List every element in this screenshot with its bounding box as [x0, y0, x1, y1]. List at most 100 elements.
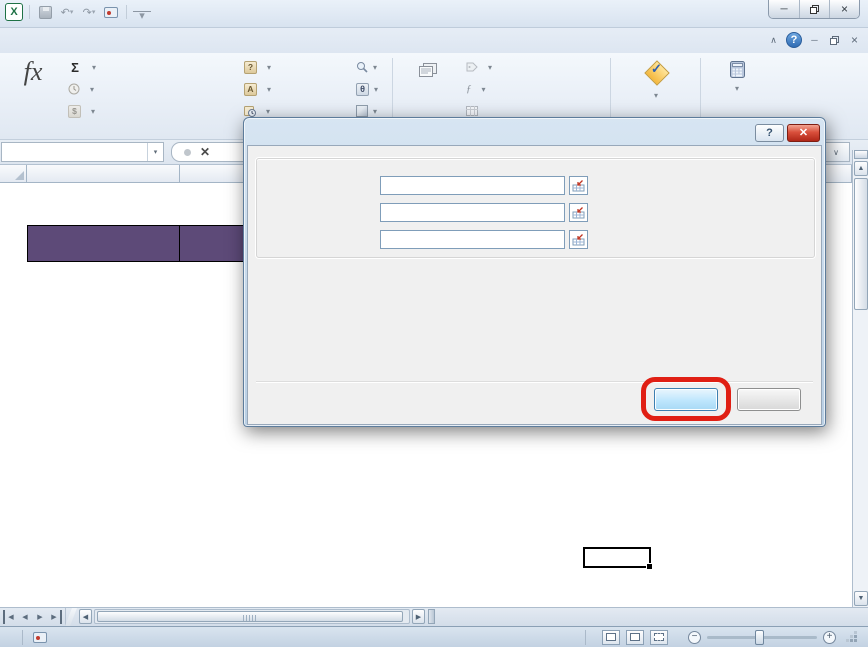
last-sheet-button[interactable]: ▶	[48, 610, 62, 624]
financial-button[interactable]: $	[68, 101, 95, 121]
quick-access-toolbar: X ↶▾ ↷▾ ▾	[5, 3, 151, 21]
editing-cell[interactable]	[583, 547, 651, 568]
insert-function-button[interactable]: fx	[4, 56, 62, 126]
theta-icon: θ	[356, 83, 369, 96]
page-break-view-button[interactable]	[650, 630, 668, 645]
zoom-in-button[interactable]: +	[823, 631, 836, 644]
argument-row-range	[252, 176, 819, 196]
preview-button[interactable]	[102, 3, 120, 21]
column-header-B[interactable]	[180, 165, 247, 183]
calculation-button[interactable]	[704, 56, 770, 126]
window-controls: ─ ×	[768, 0, 860, 19]
divider	[256, 381, 813, 383]
excel-window: X ↶▾ ↷▾ ▾ ─ × ∧ ? ─ ×	[0, 0, 868, 647]
name-box[interactable]: ▾	[1, 142, 164, 162]
first-sheet-button[interactable]: ◀	[3, 610, 17, 624]
page-layout-view-button[interactable]	[626, 630, 644, 645]
save-button[interactable]	[36, 3, 54, 21]
separator	[126, 5, 127, 19]
minimize-ribbon-icon[interactable]: ∧	[766, 33, 781, 48]
zoom-slider-thumb[interactable]	[755, 630, 764, 645]
cell-B3-header[interactable]	[179, 225, 247, 262]
normal-view-button[interactable]	[602, 630, 620, 645]
restore-button[interactable]	[799, 0, 829, 18]
horizontal-scrollbar[interactable]	[94, 609, 410, 624]
collapse-dialog-button[interactable]	[569, 203, 588, 222]
recent-functions-button[interactable]	[68, 79, 94, 99]
scroll-down-button[interactable]: ▼	[854, 591, 868, 606]
argument-row-average-range	[252, 230, 819, 250]
cancel-icon[interactable]: ✕	[200, 145, 210, 159]
scroll-up-button[interactable]: ▲	[854, 161, 868, 176]
zoom-slider[interactable]	[707, 636, 817, 639]
average-range-input[interactable]	[380, 230, 565, 249]
customize-qat-button[interactable]: ▾	[133, 11, 151, 20]
column-header-H[interactable]	[822, 165, 852, 183]
vertical-scrollbar[interactable]: ▲ ▼	[852, 150, 868, 607]
horizontal-scroll-thumb[interactable]	[97, 611, 403, 622]
cancel-button[interactable]	[737, 388, 801, 411]
range-select-icon	[572, 179, 585, 192]
undo-button[interactable]: ↶▾	[58, 3, 76, 21]
minimize-button[interactable]: ─	[769, 0, 799, 18]
expand-formula-bar-button[interactable]: ∨	[822, 142, 850, 162]
workbook-close-icon[interactable]: ×	[847, 33, 862, 48]
lookup-reference-button[interactable]	[356, 57, 377, 77]
column-header-A[interactable]	[27, 165, 180, 183]
logical-button[interactable]: ?	[244, 57, 271, 77]
resize-grip[interactable]	[846, 631, 858, 643]
range-select-icon	[572, 233, 585, 246]
argument-row-criteria	[252, 203, 819, 223]
separator	[29, 5, 30, 19]
prev-sheet-button[interactable]: ◀	[18, 610, 32, 624]
range-input[interactable]	[380, 176, 565, 195]
sheet-tab-partial[interactable]	[65, 608, 77, 626]
criteria-input[interactable]	[380, 203, 565, 222]
dropdown-arrow-icon	[488, 61, 492, 73]
redo-button[interactable]: ↷▾	[80, 3, 98, 21]
grid-select-icon	[466, 106, 478, 116]
sheet-nav: ◀ ◀ ▶ ▶	[0, 608, 66, 626]
dialog-title-bar[interactable]: ? ✕	[247, 121, 822, 145]
collapse-dialog-button[interactable]	[569, 176, 588, 195]
vertical-scroll-thumb[interactable]	[854, 178, 868, 310]
separator	[585, 630, 586, 645]
range-select-icon	[572, 206, 585, 219]
help-icon[interactable]: ?	[786, 32, 802, 48]
chevron-down-icon[interactable]: ▾	[147, 143, 163, 161]
collapse-dialog-button[interactable]	[569, 230, 588, 249]
dialog-help-button[interactable]: ?	[755, 124, 784, 142]
page-layout-icon	[630, 633, 640, 641]
next-sheet-button[interactable]: ▶	[33, 610, 47, 624]
workbook-minimize-icon[interactable]: ─	[807, 33, 822, 48]
cell-A3-header[interactable]	[27, 225, 180, 262]
math-trig-button[interactable]: θ	[356, 79, 378, 99]
close-button[interactable]: ×	[829, 0, 859, 18]
name-manager-icon	[418, 63, 438, 79]
name-manager-button[interactable]	[396, 56, 460, 126]
tab-split-handle[interactable]	[428, 609, 435, 624]
zoom-out-button[interactable]: −	[688, 631, 701, 644]
dropdown-arrow-icon	[267, 83, 271, 95]
logical-book-icon: ?	[244, 61, 257, 74]
dialog-close-button[interactable]: ✕	[787, 124, 820, 142]
table-icon	[104, 7, 118, 18]
ok-button[interactable]	[654, 388, 718, 411]
use-in-formula-button[interactable]: ƒ	[466, 79, 486, 99]
scrollbar-split-handle[interactable]	[854, 150, 868, 159]
select-all-corner[interactable]	[0, 165, 27, 183]
dropdown-arrow-icon	[91, 105, 95, 117]
workbook-restore-icon[interactable]	[827, 33, 842, 48]
scroll-right-button[interactable]: ▶	[412, 609, 425, 624]
macro-record-icon[interactable]	[33, 632, 47, 643]
tab-scroll-left-button[interactable]: ◀	[79, 609, 92, 624]
financial-book-icon: $	[68, 105, 81, 118]
define-name-button[interactable]	[466, 57, 492, 77]
calendar-clock-icon	[244, 105, 256, 117]
error-checking-icon	[643, 59, 669, 85]
page-break-icon	[654, 633, 664, 641]
text-functions-button[interactable]: A	[244, 79, 271, 99]
excel-logo-icon: X	[5, 3, 23, 21]
formula-auditing-button[interactable]	[614, 56, 698, 126]
autosum-button[interactable]: Σ	[68, 57, 96, 77]
